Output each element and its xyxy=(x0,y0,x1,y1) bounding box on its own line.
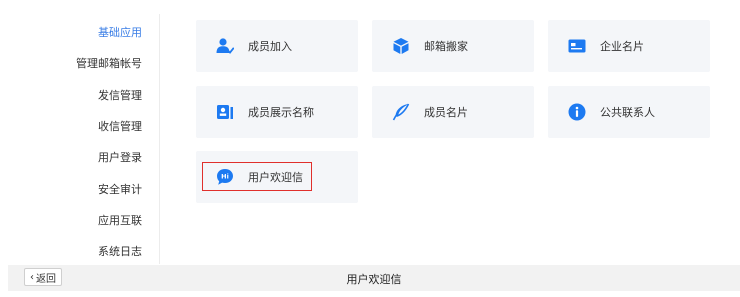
tile-label: 成员展示名称 xyxy=(248,106,314,119)
tile-member-join[interactable]: 成员加入 xyxy=(196,20,358,72)
tile-label: 成员加入 xyxy=(248,40,292,53)
sidebar-item-manage-accounts[interactable]: 管理邮箱帐号 xyxy=(76,55,142,71)
name-card-icon xyxy=(216,103,234,121)
sidebar-item-system-log[interactable]: 系统日志 xyxy=(98,243,142,259)
add-member-icon xyxy=(216,37,235,55)
box-icon xyxy=(392,37,410,55)
tile-mailbox-move[interactable]: 邮箱搬家 xyxy=(372,20,534,72)
tile-label: 用户欢迎信 xyxy=(248,171,303,184)
sidebar-item-user-login[interactable]: 用户登录 xyxy=(98,149,142,165)
footer-title: 用户欢迎信 xyxy=(346,273,402,286)
card-icon xyxy=(568,37,586,55)
sidebar: 基础应用 管理邮箱帐号 发信管理 收信管理 用户登录 安全审计 应用互联 系统日… xyxy=(0,0,160,264)
hi-chat-icon: Hi xyxy=(216,168,234,186)
tile-public-contacts[interactable]: 公共联系人 xyxy=(548,86,710,138)
footer-bar: ‹ 返回 用户欢迎信 xyxy=(8,265,740,291)
sidebar-item-receive-management[interactable]: 收信管理 xyxy=(98,118,142,134)
sidebar-item-app-interconnect[interactable]: 应用互联 xyxy=(98,212,142,228)
tile-label: 企业名片 xyxy=(600,40,644,53)
info-icon xyxy=(568,103,586,121)
tile-label: 邮箱搬家 xyxy=(424,40,468,53)
sidebar-item-send-management[interactable]: 发信管理 xyxy=(98,87,142,103)
tile-label: 公共联系人 xyxy=(600,106,655,119)
sidebar-divider xyxy=(159,14,160,264)
tile-company-card[interactable]: 企业名片 xyxy=(548,20,710,72)
tile-user-welcome-letter[interactable]: Hi 用户欢迎信 xyxy=(196,151,358,203)
sidebar-item-basic-apps[interactable]: 基础应用 xyxy=(98,24,142,40)
feather-icon xyxy=(392,103,410,121)
svg-text:Hi: Hi xyxy=(221,173,229,181)
tile-label: 成员名片 xyxy=(424,106,468,119)
sidebar-item-security-audit[interactable]: 安全审计 xyxy=(98,181,142,197)
tile-member-card[interactable]: 成员名片 xyxy=(372,86,534,138)
tile-member-display-name[interactable]: 成员展示名称 xyxy=(196,86,358,138)
